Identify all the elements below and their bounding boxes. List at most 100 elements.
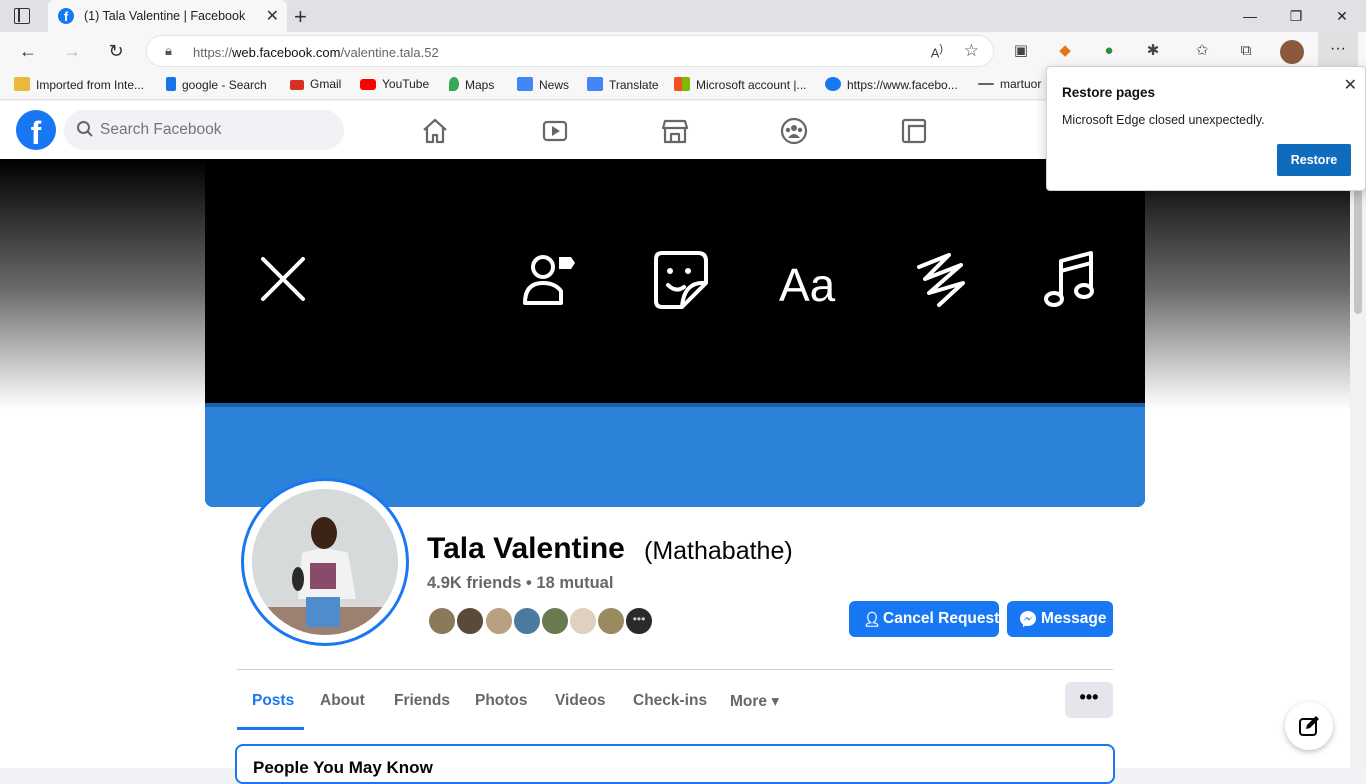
restore-pages-popup: Restore pages ✕ Microsoft Edge closed un… [1046,66,1366,191]
tab-check-ins[interactable]: Check-ins [633,692,707,710]
collections-icon[interactable]: ⧉ [1236,41,1256,61]
bookmark-imported[interactable]: Imported from Inte... [14,77,144,92]
cancel-request-label: Cancel Request [883,610,1000,627]
tab-posts[interactable]: Posts [252,692,294,710]
microsoft-icon [674,77,690,91]
profile-name: Tala Valentine [427,532,625,565]
lock-icon[interactable]: 🔒︎ [165,43,172,59]
mutual-friend-more[interactable]: ••• [624,606,654,636]
search-input[interactable] [100,120,330,140]
tab-title: (1) Tala Valentine | Facebook [84,9,246,23]
bookmark-news[interactable]: News [517,77,569,92]
settings-more-button[interactable]: ··· [1318,32,1358,70]
news-icon [517,77,533,91]
forward-button[interactable]: → [60,39,84,63]
facebook-icon [825,77,841,91]
bookmark-gmail[interactable]: Gmail [290,77,341,91]
marketplace-icon[interactable] [660,116,690,146]
cancel-request-button[interactable]: 👤︎ Cancel Request [849,601,999,637]
translate-icon [587,77,603,91]
message-button[interactable]: Message [1007,601,1113,637]
bookmark-martuor[interactable]: martuor [978,77,1041,91]
metamask-extension-icon[interactable]: ◆ [1055,41,1075,61]
avatar [252,489,398,635]
mutual-friend-avatar[interactable] [540,606,570,636]
bookmark-facebook[interactable]: https://www.facebo... [825,77,958,92]
watch-video-icon[interactable] [540,116,570,146]
minimize-button[interactable]: — [1230,4,1270,28]
new-tab-button[interactable]: + [294,4,307,30]
message-label: Message [1041,610,1107,627]
folder-icon [14,77,30,91]
restore-popup-message: Microsoft Edge closed unexpectedly. [1062,113,1265,127]
gaming-icon[interactable] [899,116,929,146]
mutual-friend-avatar[interactable] [484,606,514,636]
gmail-icon [290,80,304,90]
extensions-icon[interactable]: ✱ [1143,41,1163,61]
bookmark-youtube[interactable]: YouTube [360,77,429,91]
tag-person-icon [523,255,575,305]
collections-extension-icon[interactable]: ▣ [1011,41,1031,61]
browser-tab-strip: f (1) Tala Valentine | Facebook ✕ + — ❐ … [0,0,1366,32]
facebook-favicon-icon: f [58,8,74,24]
restore-window-button[interactable]: ❐ [1276,4,1316,28]
tab-actions-icon[interactable] [14,8,30,24]
favorites-icon[interactable]: ✩ [1192,41,1212,61]
draw-scribble-icon [917,253,965,307]
home-icon[interactable] [420,116,450,146]
tab-close-icon[interactable]: ✕ [266,6,279,26]
music-note-icon [1044,251,1094,307]
bookmark-maps[interactable]: Maps [449,77,494,92]
messenger-icon [1020,611,1036,627]
tab-videos[interactable]: Videos [555,692,606,710]
mutual-friend-avatar[interactable] [427,606,457,636]
tab-more[interactable]: More ▾ [730,692,779,711]
tab-about[interactable]: About [320,692,365,710]
svg-text:Aa: Aa [779,259,836,311]
profile-alternate-name: (Mathabathe) [644,537,793,565]
url-text: https://web.facebook.com/valentine.tala.… [193,45,439,60]
mutual-friend-avatar[interactable] [512,606,542,636]
search-icon [77,121,93,137]
globe-extension-icon[interactable]: ● [1099,41,1119,61]
bookmark-translate[interactable]: Translate [587,77,659,92]
close-icon[interactable]: ✕ [1344,75,1357,95]
cover-photo[interactable]: Aa [205,159,1145,507]
compose-edit-icon [1299,716,1319,736]
link-icon [978,83,994,85]
groups-icon[interactable] [779,116,809,146]
facebook-logo-icon[interactable]: f [16,110,56,150]
people-you-may-know-card[interactable]: People You May Know [235,744,1115,784]
sticker-icon [654,251,708,309]
bing-icon [166,77,176,91]
back-button[interactable]: ← [16,39,40,63]
profile-picture[interactable] [241,478,409,646]
profile-friends-count[interactable]: 4.9K friends • 18 mutual [427,574,613,593]
address-bar[interactable]: 🔒︎ https://web.facebook.com/valentine.ta… [146,35,994,67]
restore-button[interactable]: Restore [1277,144,1351,176]
profile-more-options-button[interactable]: ••• [1065,682,1113,718]
restore-popup-title: Restore pages [1062,85,1156,100]
read-aloud-icon[interactable]: A) [931,43,943,60]
refresh-button[interactable]: ↻ [104,39,128,63]
scrollbar-thumb[interactable] [1354,189,1362,314]
browser-tab-active[interactable]: f (1) Tala Valentine | Facebook ✕ [48,0,287,32]
tab-friends[interactable]: Friends [394,692,450,710]
mutual-friend-avatar[interactable] [596,606,626,636]
add-favorite-icon[interactable]: ☆ [964,41,979,61]
text-aa-icon: Aa [779,259,836,311]
close-icon [261,257,305,301]
tab-photos[interactable]: Photos [475,692,528,710]
bookmark-google-search[interactable]: google - Search [166,77,267,92]
mutual-friend-avatar[interactable] [568,606,598,636]
facebook-search[interactable] [64,110,344,150]
new-message-button[interactable] [1285,702,1333,750]
mutual-friend-avatar[interactable] [455,606,485,636]
youtube-icon [360,79,376,90]
page-scrollbar[interactable] [1350,159,1366,768]
profile-avatar-icon[interactable] [1280,40,1304,64]
bookmark-microsoft-account[interactable]: Microsoft account |... [674,77,807,92]
close-window-button[interactable]: ✕ [1322,4,1362,28]
cancel-friend-icon: 👤︎ [863,611,881,627]
maps-icon [449,77,459,91]
